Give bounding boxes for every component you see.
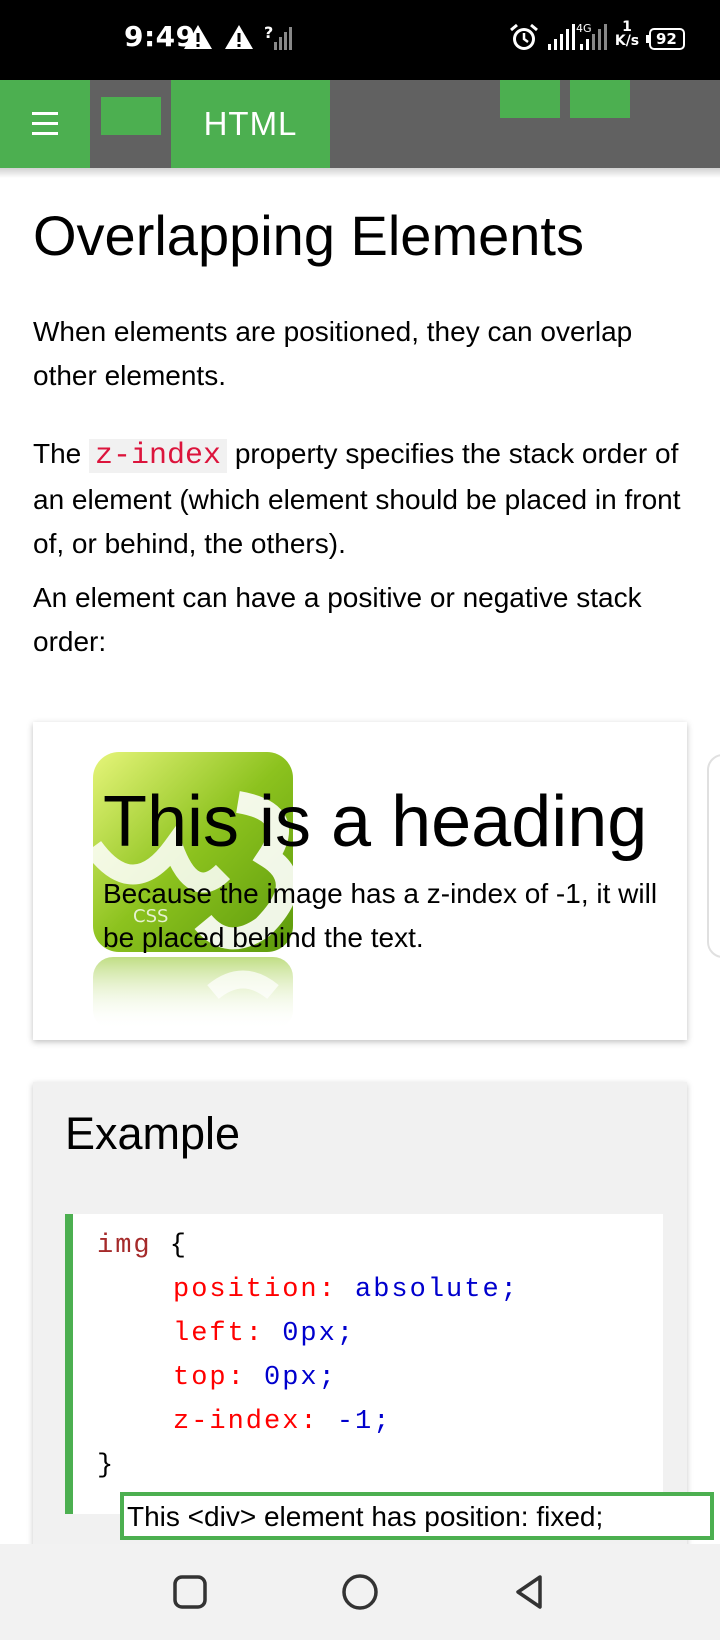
hamburger-icon [32,112,58,115]
code-brace: { [151,1231,189,1261]
menu-button[interactable] [0,80,90,168]
code-value: -1 [318,1407,374,1437]
hamburger-icon-line [32,122,58,125]
code-property: left: [173,1319,265,1349]
code-brace: } [97,1451,116,1481]
demo-heading: This is a heading [103,782,648,862]
warning-icon [184,25,212,49]
toolbar-button[interactable] [570,80,630,118]
paragraph: The z-index property specifies the stack… [33,432,693,566]
code-line: position: absolute; [173,1268,519,1312]
system-navigation-bar [0,1544,720,1640]
home-logo-button[interactable] [101,97,161,135]
code-semicolon: ; [318,1363,337,1393]
tab-html[interactable]: HTML [171,80,330,168]
network-speed: 1 K/s [614,19,640,49]
code-value: 0px [264,1319,337,1349]
paragraph-text: The [33,438,82,469]
hamburger-icon-line [32,132,58,135]
svg-text:?: ? [264,23,273,42]
example-box: Example img { position: absolute; left: … [33,1082,687,1544]
fixed-position-div: This <div> element has position: fixed; [120,1492,714,1540]
code-property: z-index: [173,1407,319,1437]
code-line: img { [97,1224,188,1268]
warning-icon [225,25,253,49]
code-property: top: [173,1363,246,1393]
battery-level: 92 [656,30,677,48]
code-value: 0px [245,1363,319,1393]
recent-apps-icon[interactable] [168,1570,212,1614]
nav-shadow [0,168,720,178]
paragraph: An element can have a positive or negati… [33,582,642,657]
signal-icon: 4G [576,22,607,50]
code-line: top: 0px; [173,1356,337,1400]
main-content: Overlapping Elements When elements are p… [0,168,720,1544]
no-signal-icon: ? [264,23,292,50]
code-semicolon: ; [500,1275,519,1305]
code-line: } [97,1444,115,1488]
code-line: left: 0px; [173,1312,355,1356]
signal-icon [548,24,575,50]
code-value: absolute [336,1275,501,1305]
toolbar-button[interactable] [500,80,560,118]
side-drawer-handle[interactable] [707,754,720,958]
top-navigation-bar: HTML [0,80,720,168]
home-icon[interactable] [338,1570,382,1614]
code-block: img { position: absolute; left: 0px; top… [65,1214,663,1514]
code-property: position: [173,1275,337,1305]
status-bar: 9:49 ? 4G 1 K/s 92 [0,0,720,80]
alarm-icon [510,23,538,50]
inline-code: z-index [89,439,228,473]
svg-text:4G: 4G [576,22,592,35]
back-icon[interactable] [508,1570,552,1614]
demo-text: Because the image has a z-index of -1, i… [103,878,658,953]
page-title: Overlapping Elements [33,204,584,267]
code-line: z-index: -1; [173,1400,391,1444]
code-selector: img [97,1231,152,1261]
demo-output: CSS This is a heading Because the image … [33,722,687,1040]
example-title: Example [65,1108,241,1159]
paragraph: When elements are positioned, they can o… [33,316,633,391]
code-semicolon: ; [336,1319,356,1349]
code-semicolon: ; [373,1407,392,1437]
